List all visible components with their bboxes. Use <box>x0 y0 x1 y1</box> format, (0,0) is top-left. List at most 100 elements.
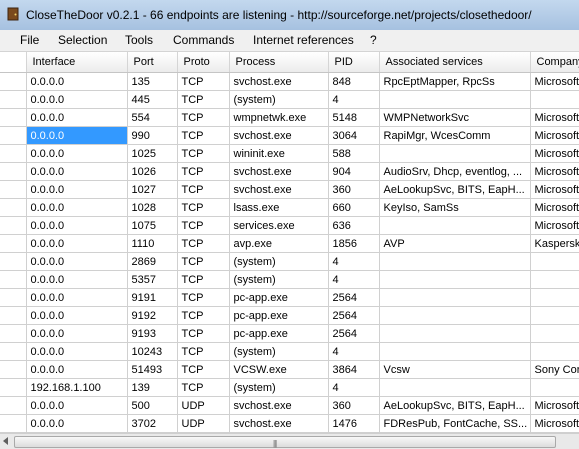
cell-process[interactable]: svchost.exe <box>229 72 329 91</box>
cell-interface[interactable]: 0.0.0.0 <box>26 162 128 181</box>
cell-process[interactable]: pc-app.exe <box>229 288 329 307</box>
cell-port[interactable]: 500 <box>127 396 178 415</box>
cell-associated-services[interactable]: RapiMgr, WcesComm <box>379 126 531 145</box>
cell-proto[interactable]: UDP <box>177 414 230 433</box>
cell-associated-services[interactable]: AudioSrv, Dhcp, eventlog, ... <box>379 162 531 181</box>
cell-pid[interactable]: 848 <box>328 72 380 91</box>
column-header-process[interactable]: Process <box>229 52 329 73</box>
row-header[interactable] <box>0 324 27 343</box>
cell-company[interactable]: Microsoft C <box>530 126 579 145</box>
cell-port[interactable]: 3702 <box>127 414 178 433</box>
row-header[interactable] <box>0 360 27 379</box>
row-header[interactable] <box>0 396 27 415</box>
table-row[interactable]: 0.0.0.0 9191 TCP pc-app.exe 2564 <box>0 288 579 307</box>
cell-interface[interactable]: 0.0.0.0 <box>26 198 128 217</box>
table-row[interactable]: 0.0.0.0 500 UDP svchost.exe 360 AeLookupSvc, … <box>0 396 579 415</box>
cell-pid[interactable]: 360 <box>328 180 380 199</box>
row-header[interactable] <box>0 414 27 433</box>
cell-company[interactable] <box>530 324 579 343</box>
cell-proto[interactable]: TCP <box>177 324 230 343</box>
column-header-proto[interactable]: Proto <box>177 52 230 73</box>
column-header-pid[interactable]: PID <box>328 52 380 73</box>
cell-pid[interactable]: 3864 <box>328 360 380 379</box>
cell-interface[interactable]: 192.168.1.100 <box>26 378 128 397</box>
cell-pid[interactable]: 4 <box>328 252 380 271</box>
cell-pid[interactable]: 660 <box>328 198 380 217</box>
column-header-associated-services[interactable]: Associated services <box>379 52 531 73</box>
cell-company[interactable]: Kaspersky <box>530 234 579 253</box>
cell-proto[interactable]: TCP <box>177 180 230 199</box>
table-row[interactable]: 0.0.0.0 2869 TCP (system) 4 <box>0 252 579 271</box>
cell-process[interactable]: svchost.exe <box>229 414 329 433</box>
cell-proto[interactable]: TCP <box>177 216 230 235</box>
table-row[interactable]: 0.0.0.0 10243 TCP (system) 4 <box>0 342 579 361</box>
cell-proto[interactable]: TCP <box>177 162 230 181</box>
cell-process[interactable]: VCSW.exe <box>229 360 329 379</box>
cell-associated-services[interactable]: AeLookupSvc, BITS, EapH... <box>379 180 531 199</box>
cell-company[interactable]: Microsoft C <box>530 396 579 415</box>
cell-interface[interactable]: 0.0.0.0 <box>26 288 128 307</box>
cell-interface[interactable]: 0.0.0.0 <box>26 144 128 163</box>
cell-port[interactable]: 10243 <box>127 342 178 361</box>
cell-proto[interactable]: TCP <box>177 360 230 379</box>
menu-selection[interactable]: Selection <box>58 33 107 47</box>
cell-associated-services[interactable]: WMPNetworkSvc <box>379 108 531 127</box>
cell-process[interactable]: (system) <box>229 270 329 289</box>
cell-pid[interactable]: 1856 <box>328 234 380 253</box>
cell-port[interactable]: 5357 <box>127 270 178 289</box>
cell-interface[interactable]: 0.0.0.0 <box>26 234 128 253</box>
cell-company[interactable] <box>530 252 579 271</box>
cell-process[interactable]: (system) <box>229 342 329 361</box>
cell-process[interactable]: (system) <box>229 378 329 397</box>
cell-process[interactable]: svchost.exe <box>229 162 329 181</box>
cell-associated-services[interactable] <box>379 270 531 289</box>
table-row[interactable]: 0.0.0.01075TCPservices.exe636 Microsoft C <box>0 216 579 235</box>
cell-pid[interactable]: 2564 <box>328 288 380 307</box>
cell-pid[interactable]: 2564 <box>328 306 380 325</box>
row-header[interactable] <box>0 198 27 217</box>
column-header-company[interactable]: Company <box>530 52 579 73</box>
table-row[interactable]: 0.0.0.0 1028 TCP lsass.exe 660 KeyIso, SamSs M… <box>0 198 579 217</box>
cell-associated-services[interactable] <box>379 216 531 235</box>
menu-internet-references[interactable]: Internet references <box>253 33 354 47</box>
cell-interface[interactable]: 0.0.0.0 <box>26 126 128 145</box>
cell-interface[interactable]: 0.0.0.0 <box>26 252 128 271</box>
cell-port[interactable]: 51493 <box>127 360 178 379</box>
row-header[interactable] <box>0 288 27 307</box>
cell-interface[interactable]: 0.0.0.0 <box>26 270 128 289</box>
cell-interface[interactable]: 0.0.0.0 <box>26 342 128 361</box>
cell-port[interactable]: 1026 <box>127 162 178 181</box>
cell-process[interactable]: lsass.exe <box>229 198 329 217</box>
row-header[interactable] <box>0 342 27 361</box>
cell-pid[interactable]: 904 <box>328 162 380 181</box>
cell-associated-services[interactable] <box>379 90 531 109</box>
cell-associated-services[interactable] <box>379 306 531 325</box>
cell-company[interactable] <box>530 342 579 361</box>
cell-associated-services[interactable]: Vcsw <box>379 360 531 379</box>
cell-port[interactable]: 1110 <box>127 234 178 253</box>
arrow-left-icon[interactable] <box>3 437 8 445</box>
cell-associated-services[interactable] <box>379 378 531 397</box>
cell-company[interactable] <box>530 378 579 397</box>
cell-port[interactable]: 1027 <box>127 180 178 199</box>
cell-associated-services[interactable] <box>379 288 531 307</box>
cell-port[interactable]: 1025 <box>127 144 178 163</box>
cell-interface[interactable]: 0.0.0.0 <box>26 414 128 433</box>
cell-port[interactable]: 445 <box>127 90 178 109</box>
row-header[interactable] <box>0 162 27 181</box>
cell-port[interactable]: 135 <box>127 72 178 91</box>
cell-process[interactable]: svchost.exe <box>229 180 329 199</box>
cell-process[interactable]: pc-app.exe <box>229 306 329 325</box>
cell-port[interactable]: 1075 <box>127 216 178 235</box>
cell-pid[interactable]: 2564 <box>328 324 380 343</box>
cell-company[interactable]: Microsoft C <box>530 72 579 91</box>
cell-company[interactable] <box>530 288 579 307</box>
row-header[interactable] <box>0 216 27 235</box>
cell-company[interactable] <box>530 306 579 325</box>
row-header[interactable] <box>0 72 27 91</box>
cell-proto[interactable]: TCP <box>177 126 230 145</box>
cell-process[interactable]: svchost.exe <box>229 126 329 145</box>
cell-pid[interactable]: 4 <box>328 90 380 109</box>
cell-process[interactable]: wininit.exe <box>229 144 329 163</box>
cell-pid[interactable]: 5148 <box>328 108 380 127</box>
